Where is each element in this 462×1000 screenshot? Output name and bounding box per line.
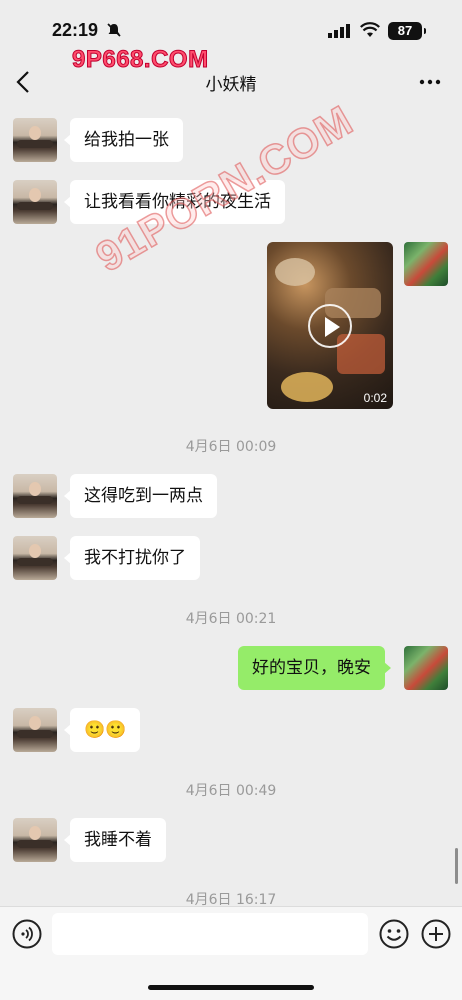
self-avatar[interactable] [404,242,448,286]
timestamp: 4月6日 00:09 [185,439,277,455]
message-bubble-received[interactable]: 我不打扰你了 [64,536,200,580]
voice-input-icon[interactable] [12,919,42,949]
add-attachment-icon[interactable] [421,919,451,949]
message-bubble-received[interactable]: 🙂🙂 [63,708,141,752]
contact-avatar[interactable] [13,708,57,752]
video-thumbnail-detail [281,372,333,402]
message-bubble-sent[interactable]: 好的宝贝，晚安 [238,646,391,690]
timestamp: 4月6日 00:49 [185,783,277,799]
contact-avatar[interactable] [13,818,57,862]
bell-muted-icon [107,23,121,37]
emoji-icon[interactable] [379,919,409,949]
contact-avatar[interactable] [13,474,57,518]
battery-indicator: 87 [388,22,426,40]
cellular-signal-icon [328,24,350,38]
message-bubble-received[interactable]: 我睡不着 [64,818,166,862]
play-icon[interactable] [308,304,352,348]
status-time: 22:19 [52,20,99,40]
home-indicator[interactable] [148,985,314,990]
contact-avatar[interactable] [13,536,57,580]
contact-avatar[interactable] [13,180,57,224]
video-thumbnail-detail [275,258,315,286]
timestamp: 4月6日 00:21 [185,611,277,627]
more-options-icon[interactable] [418,72,442,92]
scrollbar[interactable] [455,848,458,884]
wifi-icon [360,22,380,37]
message-input[interactable] [52,913,368,955]
message-bubble-received[interactable]: 这得吃到一两点 [64,474,217,518]
status-bar: 22:19 87 [0,0,462,56]
video-duration: 0:02 [363,391,387,405]
self-avatar[interactable] [404,646,448,690]
message-bubble-received[interactable]: 给我拍一张 [64,118,183,162]
video-message[interactable]: 0:02 [267,242,393,409]
chat-header: 小妖精 [0,56,462,106]
contact-avatar[interactable] [13,118,57,162]
chat-title: 小妖精 [205,75,257,95]
